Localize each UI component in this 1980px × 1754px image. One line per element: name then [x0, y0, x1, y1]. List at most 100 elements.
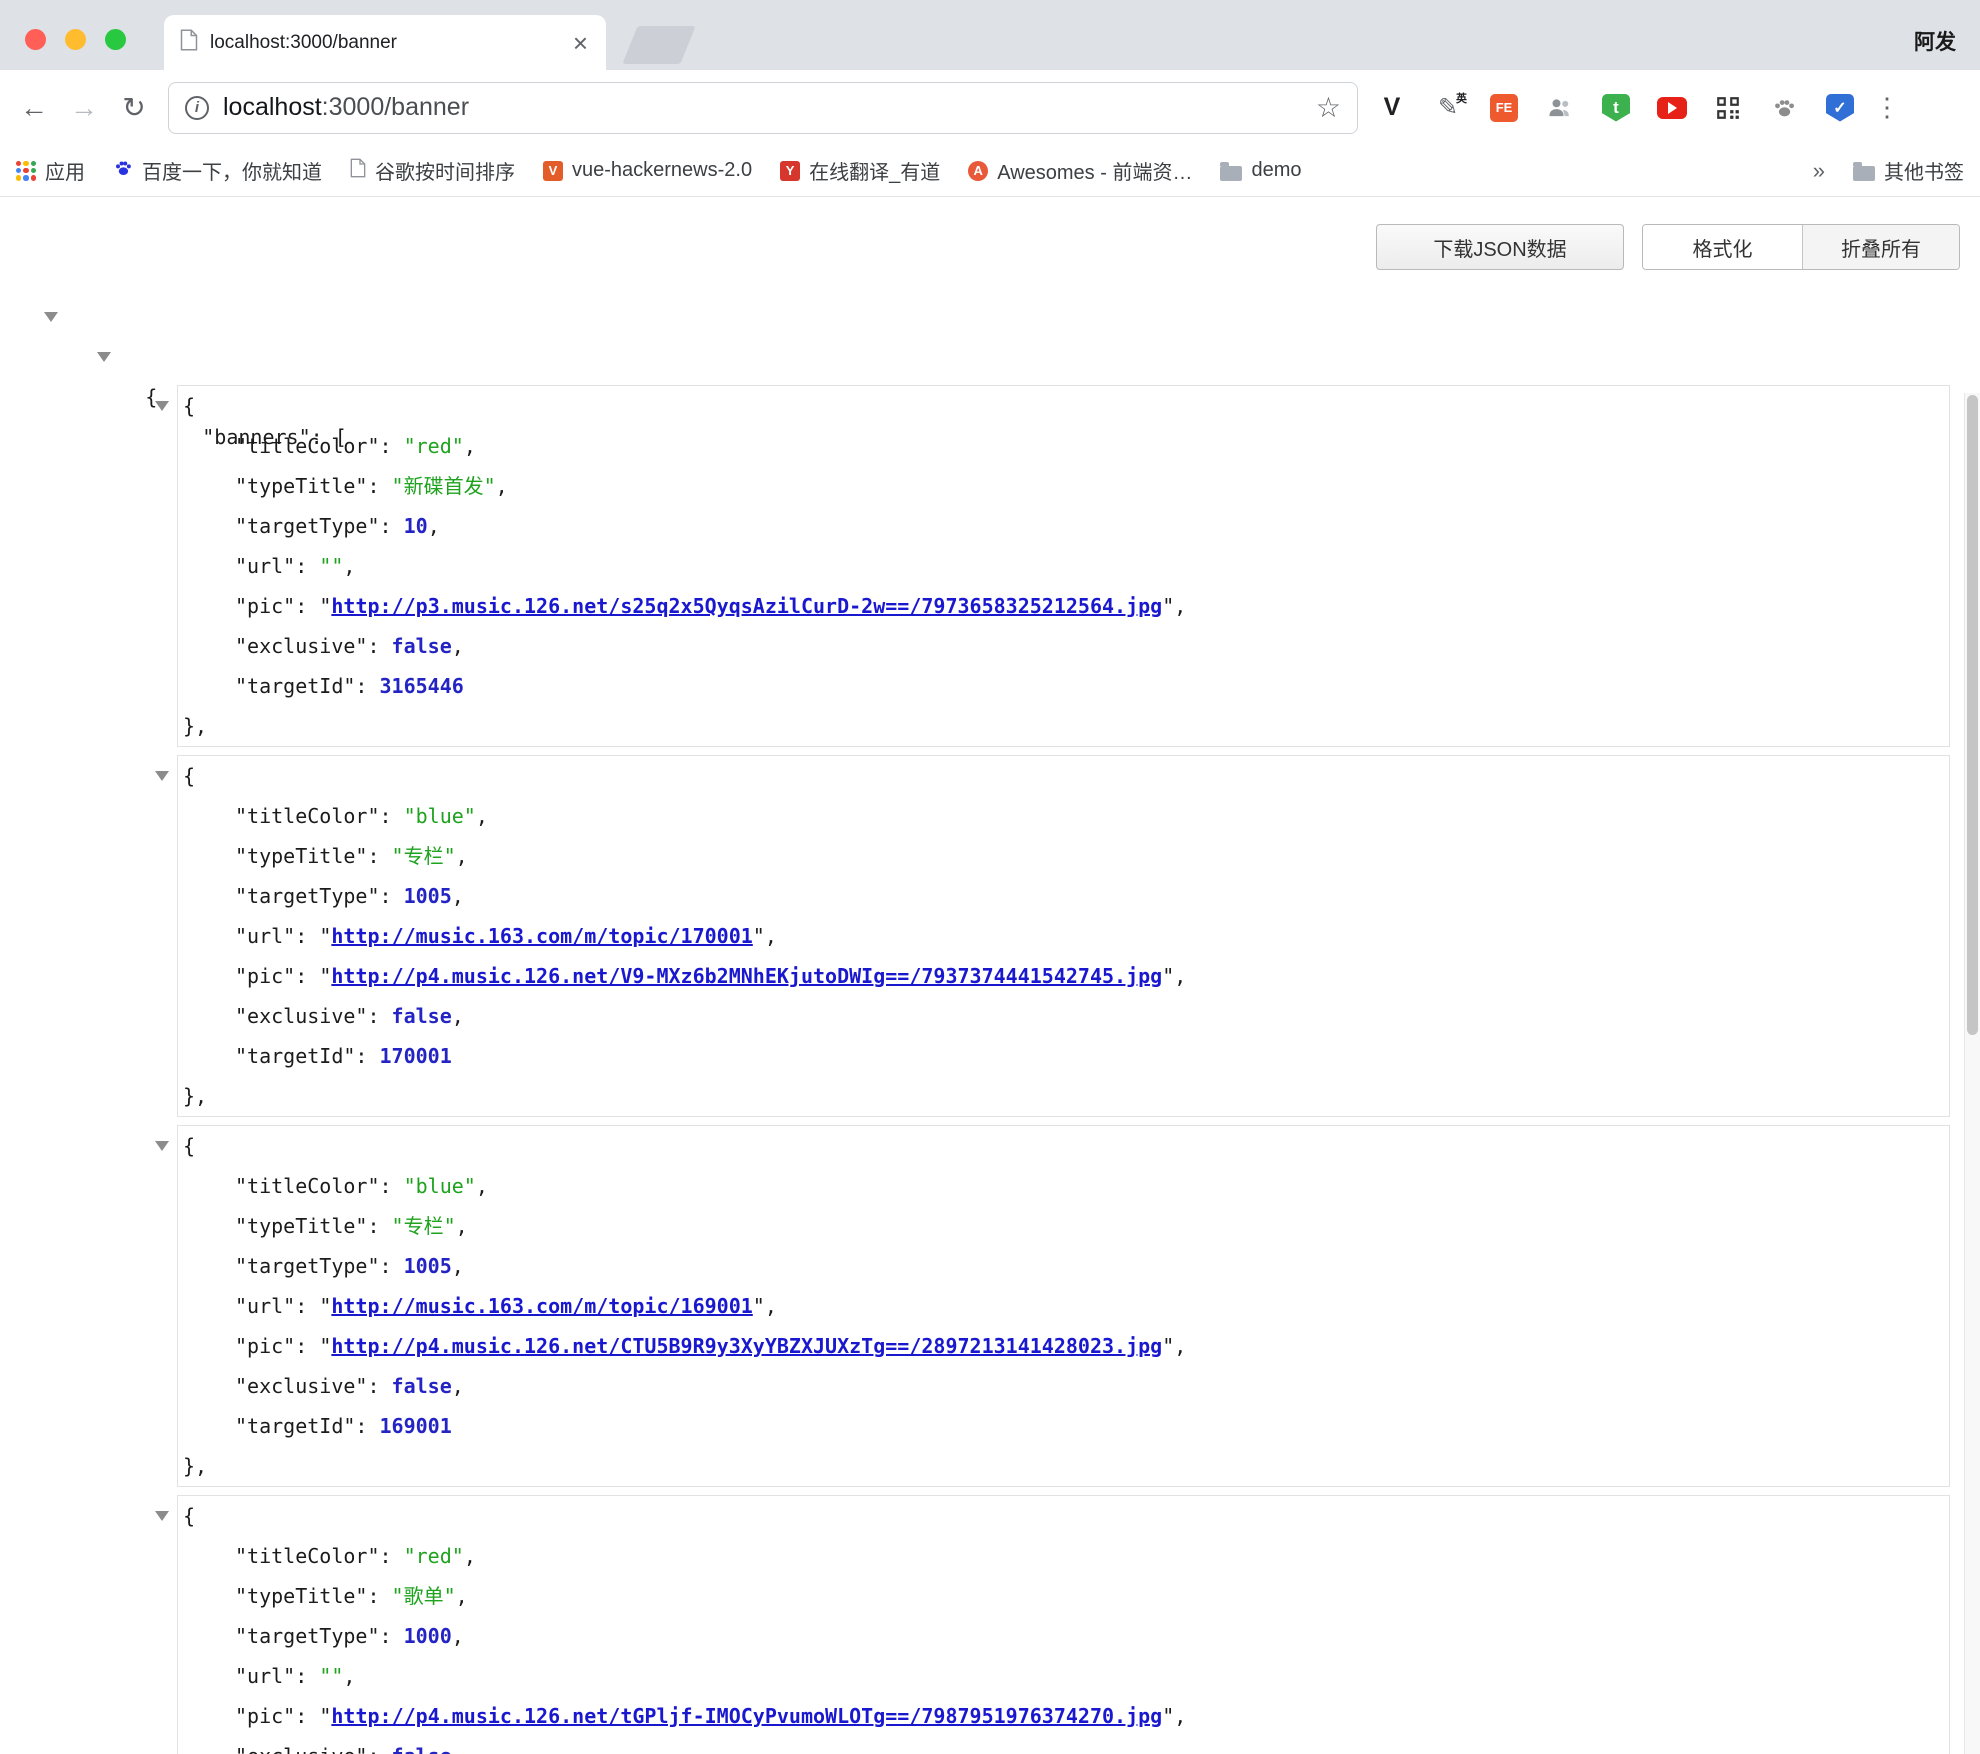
bookmark-label: 其他书签: [1884, 156, 1964, 185]
json-punctuation: :: [295, 554, 319, 578]
collapse-triangle-icon[interactable]: [97, 352, 111, 362]
tencent-shield-extension-icon[interactable]: t: [1602, 94, 1630, 122]
browser-tab[interactable]: localhost:3000/banner ×: [164, 15, 606, 70]
bookmark-item-awesomes[interactable]: A Awesomes - 前端资…: [968, 156, 1192, 185]
bookmark-item-vue-hackernews[interactable]: V vue-hackernews-2.0: [543, 159, 752, 182]
json-object-box: {"titleColor": "blue","typeTitle": "专栏",…: [177, 1125, 1950, 1487]
json-line: "targetType": 1005,: [178, 876, 1949, 916]
json-punctuation: ": [1162, 964, 1174, 988]
bookmark-label: 百度一下，你就知道: [142, 156, 322, 185]
json-punctuation: :: [380, 1624, 404, 1648]
json-key: "targetId": [235, 1414, 355, 1438]
json-punctuation: ,: [1174, 1704, 1186, 1728]
json-punctuation: :: [295, 1334, 319, 1358]
json-punctuation: ,: [464, 434, 476, 458]
json-punctuation: :: [295, 594, 319, 618]
back-button[interactable]: ←: [16, 92, 52, 124]
collapse-triangle-icon[interactable]: [155, 1141, 169, 1151]
sessions-extension-icon[interactable]: [1544, 92, 1576, 124]
json-key: "url": [235, 1294, 295, 1318]
json-punctuation: :: [367, 634, 391, 658]
json-punctuation: ": [319, 1294, 331, 1318]
bookmark-item-apps[interactable]: 应用: [16, 156, 85, 185]
browser-menu-icon[interactable]: ⋮: [1872, 92, 1902, 123]
bookmark-star-icon[interactable]: ☆: [1316, 91, 1341, 124]
baidu-paw-icon: [113, 158, 133, 183]
json-object-box: {"titleColor": "red","typeTitle": "新碟首发"…: [177, 385, 1950, 747]
collapse-all-button[interactable]: 折叠所有: [1803, 225, 1959, 269]
bookmark-item-youdao-translate[interactable]: Y 在线翻译_有道: [780, 156, 940, 185]
json-boolean-value: false: [392, 1004, 452, 1028]
youdao-dict-extension-icon[interactable]: ✎英: [1432, 92, 1464, 124]
json-link[interactable]: http://music.163.com/m/topic/169001: [331, 1294, 752, 1318]
page-favicon-icon: [180, 29, 198, 56]
scrollbar-thumb[interactable]: [1967, 395, 1978, 1035]
json-string-value: "red": [404, 1544, 464, 1568]
new-tab-button[interactable]: [622, 26, 695, 64]
json-punctuation: :: [367, 474, 391, 498]
json-line: "pic": "http://p3.music.126.net/s25q2x5Q…: [178, 586, 1949, 626]
json-boolean-value: false: [392, 1374, 452, 1398]
json-punctuation: ,: [1174, 594, 1186, 618]
format-button-group: 格式化 折叠所有: [1642, 224, 1960, 270]
maximize-window-button[interactable]: [105, 29, 126, 50]
vimium-extension-icon[interactable]: V: [1376, 92, 1408, 124]
reload-button[interactable]: ↻: [116, 91, 152, 124]
bookmark-label: 应用: [45, 156, 85, 185]
json-punctuation: ,: [765, 1294, 777, 1318]
json-punctuation: :: [380, 1174, 404, 1198]
youtube-extension-icon[interactable]: [1657, 97, 1687, 119]
json-punctuation: ,: [452, 884, 464, 908]
collapse-triangle-icon[interactable]: [155, 771, 169, 781]
qr-code-extension-icon[interactable]: [1712, 92, 1744, 124]
json-link[interactable]: http://music.163.com/m/topic/170001: [331, 924, 752, 948]
vue-icon: V: [543, 161, 563, 181]
bookmark-item-other-bookmarks[interactable]: 其他书签: [1853, 156, 1964, 185]
format-button[interactable]: 格式化: [1643, 225, 1803, 269]
json-key: "exclusive": [235, 1744, 367, 1754]
json-line: "url": "http://music.163.com/m/topic/170…: [178, 916, 1949, 956]
json-punctuation: ,: [343, 1664, 355, 1688]
json-line: "titleColor": "red",: [178, 426, 1949, 466]
json-punctuation: :: [380, 434, 404, 458]
fe-extension-icon[interactable]: FE: [1490, 94, 1518, 122]
json-link[interactable]: http://p4.music.126.net/tGPljf-IMOCyPvum…: [331, 1704, 1162, 1728]
json-punctuation: :: [380, 1544, 404, 1568]
minimize-window-button[interactable]: [65, 29, 86, 50]
json-punctuation: ,: [1174, 1334, 1186, 1358]
bookmark-item-baidu[interactable]: 百度一下，你就知道: [113, 156, 322, 185]
security-shield-extension-icon[interactable]: ✓: [1826, 94, 1854, 122]
forward-button[interactable]: →: [66, 92, 102, 124]
json-key: "pic": [235, 1704, 295, 1728]
json-line: {: [178, 756, 1949, 796]
download-json-button[interactable]: 下载JSON数据: [1376, 224, 1624, 270]
json-string-value: "新碟首发": [392, 474, 496, 498]
json-key: "targetType": [235, 514, 380, 538]
json-punctuation: ": [753, 924, 765, 948]
bookmarks-overflow-chevron[interactable]: »: [1813, 158, 1825, 184]
json-line: "titleColor": "blue",: [178, 796, 1949, 836]
json-line: "targetType": 1005,: [178, 1246, 1949, 1286]
json-link[interactable]: http://p4.music.126.net/V9-MXz6b2MNhEKju…: [331, 964, 1162, 988]
bookmark-item-google-sort[interactable]: 谷歌按时间排序: [350, 156, 515, 185]
collapse-triangle-icon[interactable]: [155, 401, 169, 411]
profile-name: 阿发: [1914, 26, 1956, 56]
close-window-button[interactable]: [25, 29, 46, 50]
collapse-triangle-icon[interactable]: [155, 1511, 169, 1521]
address-bar[interactable]: i localhost:3000/banner ☆: [168, 82, 1358, 134]
paw-extension-icon[interactable]: [1768, 92, 1800, 124]
json-punctuation: ,: [428, 514, 440, 538]
page-info-icon[interactable]: i: [185, 96, 209, 120]
vertical-scrollbar[interactable]: [1964, 393, 1980, 1754]
json-punctuation: ": [1162, 1334, 1174, 1358]
json-key: "titleColor": [235, 1544, 380, 1568]
json-link[interactable]: http://p3.music.126.net/s25q2x5QyqsAzilC…: [331, 594, 1162, 618]
json-punctuation: :: [295, 1664, 319, 1688]
json-boolean-value: false: [392, 1744, 452, 1754]
collapse-triangle-icon[interactable]: [44, 312, 58, 322]
json-link[interactable]: http://p4.music.126.net/CTU5B9R9y3XyYBZX…: [331, 1334, 1162, 1358]
json-line: "titleColor": "blue",: [178, 1166, 1949, 1206]
bookmark-item-demo[interactable]: demo: [1220, 159, 1301, 182]
tab-close-icon[interactable]: ×: [571, 30, 590, 56]
youdao-dict-badge: 英: [1456, 90, 1467, 106]
